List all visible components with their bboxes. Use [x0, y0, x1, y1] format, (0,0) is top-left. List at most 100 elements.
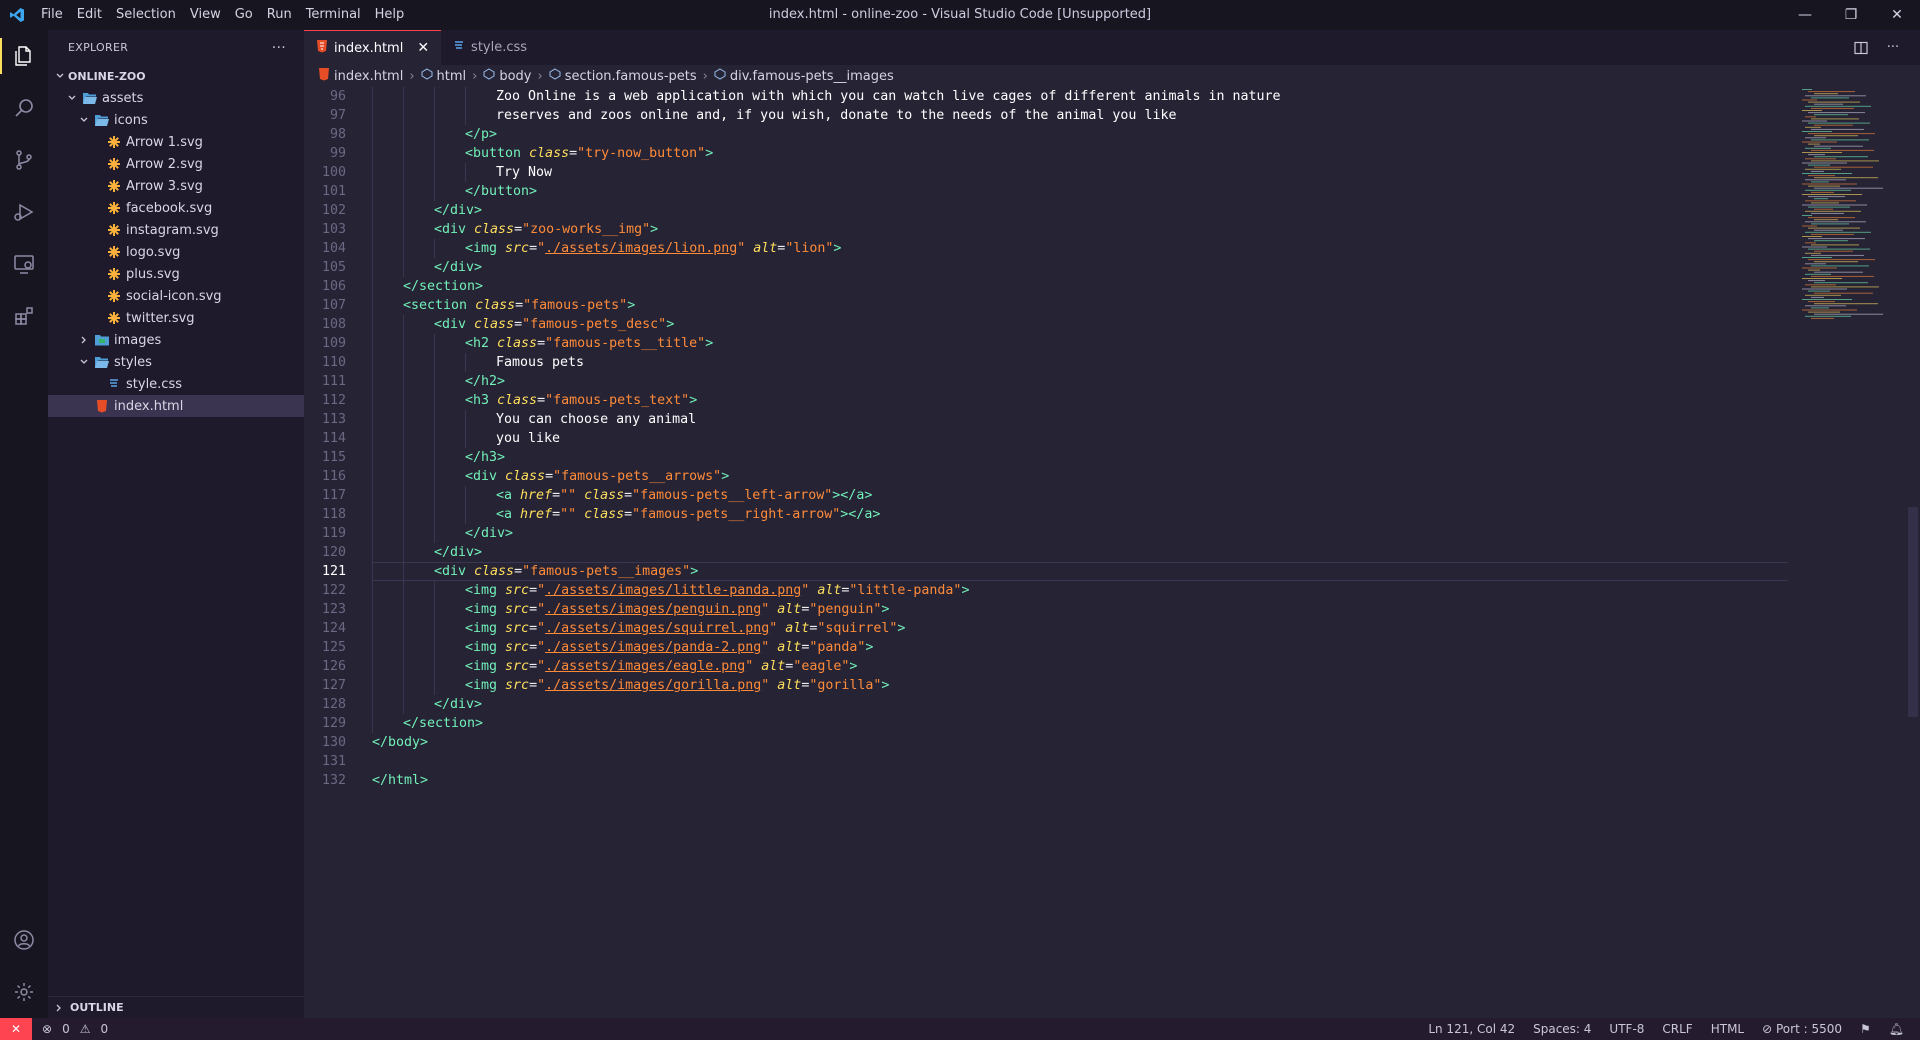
- vertical-scrollbar[interactable]: [1906, 87, 1920, 1018]
- code-token: =: [545, 469, 554, 484]
- menu-go[interactable]: Go: [228, 0, 260, 30]
- tree-item[interactable]: twitter.svg: [48, 307, 304, 329]
- menu-run[interactable]: Run: [260, 0, 299, 30]
- tree-item[interactable]: facebook.svg: [48, 197, 304, 219]
- tree-item[interactable]: logo.svg: [48, 241, 304, 263]
- search-icon[interactable]: [0, 82, 48, 134]
- menu-selection[interactable]: Selection: [109, 0, 183, 30]
- breadcrumb-div[interactable]: div.famous-pets__images: [730, 69, 894, 84]
- tree-item[interactable]: icons: [48, 109, 304, 131]
- more-actions-icon[interactable]: ···: [1880, 35, 1906, 61]
- tree-item[interactable]: style.css: [48, 373, 304, 395]
- tree-item[interactable]: plus.svg: [48, 263, 304, 285]
- cursor-position[interactable]: Ln 121, Col 42: [1428, 1022, 1515, 1036]
- menu-file[interactable]: File: [34, 0, 70, 30]
- close-window-button[interactable]: ✕: [1874, 0, 1920, 30]
- line-number: 122: [321, 583, 346, 598]
- minimize-button[interactable]: —: [1782, 0, 1828, 30]
- remote-indicator[interactable]: ✕: [0, 1018, 32, 1040]
- line-content: Famous pets: [372, 353, 584, 372]
- tree-item-label: facebook.svg: [126, 200, 213, 216]
- code-token: class: [529, 146, 570, 161]
- bell-icon[interactable]: 🔔︎: [1889, 1022, 1904, 1036]
- source-control-icon[interactable]: [0, 134, 48, 186]
- tree-item[interactable]: assets: [48, 87, 304, 109]
- line-content: <img src="./assets/images/gorilla.png" a…: [372, 676, 889, 695]
- tab-style-css[interactable]: style.css: [441, 30, 540, 65]
- minimap[interactable]: [1798, 87, 1906, 327]
- tree-item[interactable]: social-icon.svg: [48, 285, 304, 307]
- indentation[interactable]: Spaces: 4: [1533, 1022, 1591, 1036]
- tree-item[interactable]: Arrow 1.svg: [48, 131, 304, 153]
- menu-view[interactable]: View: [183, 0, 228, 30]
- menu-help[interactable]: Help: [368, 0, 412, 30]
- minimap-line: [1811, 233, 1854, 235]
- explorer-header: EXPLORER ···: [48, 30, 304, 65]
- indent-guide: [434, 163, 465, 182]
- line-content: </body>: [372, 733, 428, 752]
- tree-item[interactable]: instagram.svg: [48, 219, 304, 241]
- indent-guide: [403, 676, 434, 695]
- explorer-icon[interactable]: [0, 30, 48, 82]
- breadcrumb-section[interactable]: section.famous-pets: [565, 69, 697, 84]
- line-number: 99: [329, 146, 346, 161]
- line-content: You can choose any animal: [372, 410, 696, 429]
- line-number: 118: [321, 507, 346, 522]
- minimap-line: [1808, 217, 1855, 219]
- minimap-line: [1814, 303, 1878, 305]
- problems-indicator[interactable]: ⊗ 0 ⚠ 0: [32, 1022, 108, 1036]
- remote-explorer-icon[interactable]: [0, 238, 48, 290]
- code-token: <img: [465, 621, 506, 636]
- encoding[interactable]: UTF-8: [1609, 1022, 1644, 1036]
- minimap-line: [1814, 250, 1853, 252]
- scrollbar-thumb[interactable]: [1908, 507, 1918, 717]
- code-token: =: [529, 241, 538, 256]
- line-number: 111: [321, 374, 346, 389]
- tree-item[interactable]: index.html: [48, 395, 304, 417]
- code-token: "little-panda": [849, 583, 962, 598]
- split-editor-icon[interactable]: [1848, 35, 1874, 61]
- line-content: </section>: [372, 277, 483, 296]
- close-icon[interactable]: ✕: [417, 40, 429, 56]
- chevron-right-icon: ›: [472, 68, 478, 84]
- more-actions-icon[interactable]: ···: [272, 40, 286, 56]
- minimap-line: [1808, 290, 1830, 292]
- minimap-line: [1811, 97, 1849, 99]
- end-of-line[interactable]: CRLF: [1662, 1022, 1692, 1036]
- account-icon[interactable]: [0, 914, 48, 966]
- breadcrumb-file[interactable]: index.html: [334, 69, 403, 84]
- indent-guide: [372, 296, 403, 315]
- line-content: <div class="zoo-works__img">: [372, 220, 658, 239]
- workspace-root[interactable]: ONLINE-ZOO: [48, 65, 304, 87]
- minimap-line: [1802, 173, 1852, 174]
- code-token: class: [474, 222, 515, 237]
- indent-guide: [372, 505, 403, 524]
- live-server-port[interactable]: ⊘ Port : 5500: [1762, 1022, 1842, 1036]
- feedback-icon[interactable]: ⚑: [1860, 1022, 1871, 1036]
- menu-terminal[interactable]: Terminal: [299, 0, 368, 30]
- restore-button[interactable]: ❐: [1828, 0, 1874, 30]
- minimap-line: [1811, 223, 1849, 225]
- code-line: 96 Zoo Online is a web application with w…: [304, 87, 1788, 106]
- code-token: <img: [465, 241, 506, 256]
- breadcrumb-html[interactable]: html: [437, 69, 467, 84]
- indent-guide: [434, 486, 465, 505]
- gear-icon[interactable]: [0, 966, 48, 1018]
- code-editor[interactable]: 96 Zoo Online is a web application with w…: [304, 87, 1788, 1018]
- language-mode[interactable]: HTML: [1711, 1022, 1744, 1036]
- outline-label: OUTLINE: [70, 1001, 124, 1014]
- indent-guide: [372, 125, 403, 144]
- extensions-icon[interactable]: [0, 290, 48, 342]
- menu-edit[interactable]: Edit: [70, 0, 109, 30]
- tree-item[interactable]: images: [48, 329, 304, 351]
- breadcrumb-body[interactable]: body: [499, 69, 531, 84]
- tab-index-html[interactable]: index.html ✕: [304, 30, 442, 65]
- run-debug-icon[interactable]: [0, 186, 48, 238]
- outline-section[interactable]: OUTLINE: [48, 996, 304, 1018]
- minimap-line: [1805, 168, 1841, 170]
- indent-guide: [465, 163, 496, 182]
- tree-item[interactable]: styles: [48, 351, 304, 373]
- tree-item[interactable]: Arrow 2.svg: [48, 153, 304, 175]
- tree-item[interactable]: Arrow 3.svg: [48, 175, 304, 197]
- minimap-line: [1802, 299, 1852, 300]
